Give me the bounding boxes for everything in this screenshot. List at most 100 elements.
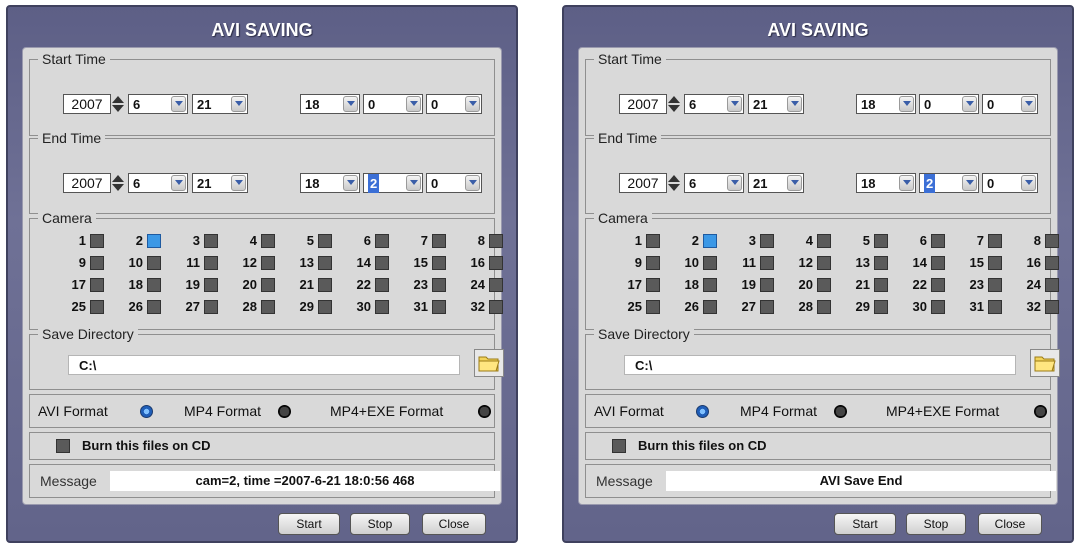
camera-checkbox-11[interactable]: 11 xyxy=(724,254,774,272)
camera-checkbox-4[interactable]: 4 xyxy=(781,232,831,250)
camera-checkbox-2[interactable]: 2 xyxy=(667,232,717,250)
camera-check-icon[interactable] xyxy=(703,300,717,314)
chevron-down-icon[interactable] xyxy=(899,175,914,191)
camera-checkbox-14[interactable]: 14 xyxy=(895,254,945,272)
chevron-down-icon[interactable] xyxy=(1021,175,1036,191)
camera-check-icon[interactable] xyxy=(760,234,774,248)
end-day-select[interactable]: 21 xyxy=(192,173,248,193)
camera-checkbox-22[interactable]: 22 xyxy=(895,276,945,294)
chevron-down-icon[interactable] xyxy=(962,96,977,112)
camera-checkbox-1[interactable]: 1 xyxy=(610,232,660,250)
camera-checkbox-4[interactable]: 4 xyxy=(225,232,275,250)
camera-checkbox-30[interactable]: 30 xyxy=(895,298,945,316)
camera-check-icon[interactable] xyxy=(646,234,660,248)
camera-checkbox-18[interactable]: 18 xyxy=(111,276,161,294)
camera-check-icon[interactable] xyxy=(204,300,218,314)
camera-checkbox-3[interactable]: 3 xyxy=(168,232,218,250)
camera-checkbox-26[interactable]: 26 xyxy=(667,298,717,316)
spin-up-icon[interactable] xyxy=(668,175,680,182)
start-day-select[interactable]: 21 xyxy=(748,94,804,114)
camera-checkbox-13[interactable]: 13 xyxy=(838,254,888,272)
camera-checkbox-18[interactable]: 18 xyxy=(667,276,717,294)
end-day-select[interactable]: 21 xyxy=(748,173,804,193)
camera-check-icon[interactable] xyxy=(646,300,660,314)
camera-check-icon[interactable] xyxy=(817,300,831,314)
end-minute-select[interactable]: 2 xyxy=(919,173,979,193)
year-spinner[interactable] xyxy=(111,173,125,193)
burn-cd-checkbox[interactable] xyxy=(612,439,626,453)
start-year-field[interactable]: 2007 xyxy=(63,94,111,114)
camera-checkbox-32[interactable]: 32 xyxy=(1009,298,1059,316)
camera-check-icon[interactable] xyxy=(489,300,503,314)
chevron-down-icon[interactable] xyxy=(465,175,480,191)
save-directory-input[interactable]: C:\ xyxy=(68,355,460,375)
camera-check-icon[interactable] xyxy=(318,234,332,248)
spin-down-icon[interactable] xyxy=(112,184,124,191)
camera-checkbox-9[interactable]: 9 xyxy=(54,254,104,272)
year-spinner[interactable] xyxy=(111,94,125,114)
close-button[interactable]: Close xyxy=(422,513,486,535)
camera-check-icon[interactable] xyxy=(646,278,660,292)
camera-check-icon[interactable] xyxy=(432,278,446,292)
camera-checkbox-7[interactable]: 7 xyxy=(396,232,446,250)
camera-checkbox-6[interactable]: 6 xyxy=(895,232,945,250)
start-year-field[interactable]: 2007 xyxy=(619,94,667,114)
camera-checkbox-26[interactable]: 26 xyxy=(111,298,161,316)
year-spinner[interactable] xyxy=(667,94,681,114)
camera-check-icon[interactable] xyxy=(931,256,945,270)
camera-check-icon[interactable] xyxy=(147,234,161,248)
spin-up-icon[interactable] xyxy=(112,96,124,103)
end-second-select[interactable]: 0 xyxy=(982,173,1038,193)
camera-check-icon[interactable] xyxy=(90,300,104,314)
start-second-select[interactable]: 0 xyxy=(426,94,482,114)
camera-check-icon[interactable] xyxy=(432,234,446,248)
start-hour-select[interactable]: 18 xyxy=(300,94,360,114)
chevron-down-icon[interactable] xyxy=(787,175,802,191)
camera-check-icon[interactable] xyxy=(760,300,774,314)
camera-check-icon[interactable] xyxy=(204,256,218,270)
close-button[interactable]: Close xyxy=(978,513,1042,535)
camera-checkbox-27[interactable]: 27 xyxy=(168,298,218,316)
camera-checkbox-2[interactable]: 2 xyxy=(111,232,161,250)
camera-checkbox-30[interactable]: 30 xyxy=(339,298,389,316)
camera-checkbox-16[interactable]: 16 xyxy=(453,254,503,272)
camera-check-icon[interactable] xyxy=(261,300,275,314)
burn-cd-checkbox[interactable] xyxy=(56,439,70,453)
camera-checkbox-24[interactable]: 24 xyxy=(453,276,503,294)
camera-check-icon[interactable] xyxy=(703,256,717,270)
camera-check-icon[interactable] xyxy=(147,256,161,270)
camera-checkbox-19[interactable]: 19 xyxy=(724,276,774,294)
stop-button[interactable]: Stop xyxy=(350,513,410,535)
chevron-down-icon[interactable] xyxy=(406,175,421,191)
camera-checkbox-10[interactable]: 10 xyxy=(667,254,717,272)
camera-checkbox-25[interactable]: 25 xyxy=(610,298,660,316)
camera-check-icon[interactable] xyxy=(931,278,945,292)
camera-checkbox-24[interactable]: 24 xyxy=(1009,276,1059,294)
camera-checkbox-8[interactable]: 8 xyxy=(453,232,503,250)
spin-up-icon[interactable] xyxy=(668,96,680,103)
format-radio[interactable] xyxy=(140,405,153,418)
chevron-down-icon[interactable] xyxy=(962,175,977,191)
camera-check-icon[interactable] xyxy=(646,256,660,270)
camera-checkbox-5[interactable]: 5 xyxy=(838,232,888,250)
camera-checkbox-12[interactable]: 12 xyxy=(225,254,275,272)
chevron-down-icon[interactable] xyxy=(727,175,742,191)
spin-up-icon[interactable] xyxy=(112,175,124,182)
chevron-down-icon[interactable] xyxy=(787,96,802,112)
camera-checkbox-23[interactable]: 23 xyxy=(396,276,446,294)
format-radio[interactable] xyxy=(834,405,847,418)
camera-check-icon[interactable] xyxy=(817,256,831,270)
camera-checkbox-21[interactable]: 21 xyxy=(282,276,332,294)
format-radio[interactable] xyxy=(696,405,709,418)
spin-down-icon[interactable] xyxy=(112,105,124,112)
end-hour-select[interactable]: 18 xyxy=(856,173,916,193)
end-hour-select[interactable]: 18 xyxy=(300,173,360,193)
camera-checkbox-28[interactable]: 28 xyxy=(225,298,275,316)
camera-checkbox-3[interactable]: 3 xyxy=(724,232,774,250)
camera-check-icon[interactable] xyxy=(489,256,503,270)
camera-check-icon[interactable] xyxy=(147,278,161,292)
end-month-select[interactable]: 6 xyxy=(684,173,744,193)
start-minute-select[interactable]: 0 xyxy=(919,94,979,114)
camera-checkbox-13[interactable]: 13 xyxy=(282,254,332,272)
camera-check-icon[interactable] xyxy=(261,234,275,248)
